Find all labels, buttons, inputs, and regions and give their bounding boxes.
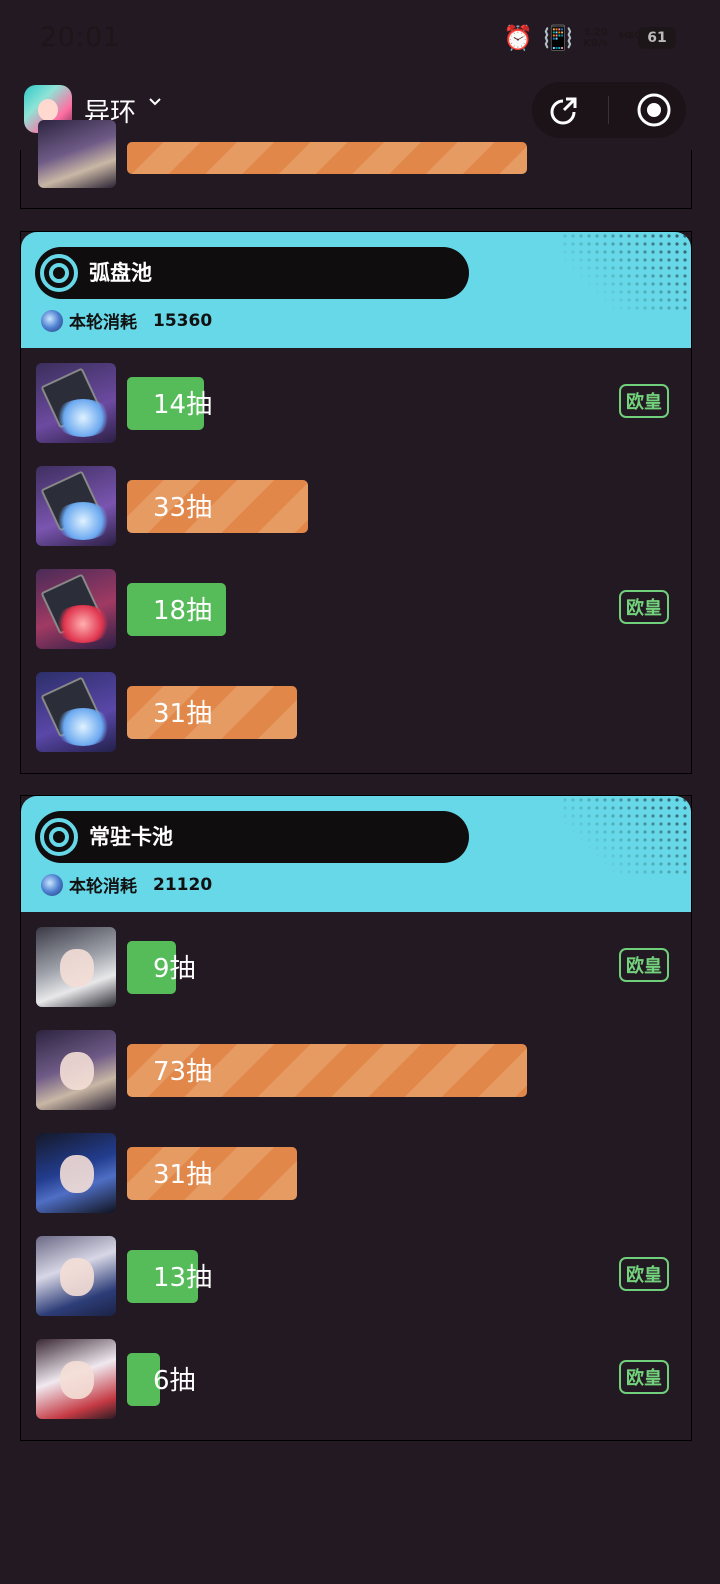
share-icon[interactable]	[544, 90, 584, 130]
pull-row[interactable]: 33抽	[21, 451, 691, 554]
capsule-divider	[608, 96, 610, 124]
pull-count: 73抽	[153, 1057, 213, 1087]
pull-count: 18抽	[153, 596, 213, 626]
light-cone-avatar	[36, 569, 116, 649]
target-icon	[40, 254, 78, 292]
light-cone-avatar	[36, 672, 116, 752]
pull-row[interactable]: 18抽 欧皇	[21, 554, 691, 657]
pool-title: 弧盘池	[89, 261, 152, 285]
character-avatar	[36, 1133, 116, 1213]
halftone-decoration	[561, 796, 691, 876]
vibrate-icon: 📳	[543, 24, 574, 52]
character-avatar	[36, 1339, 116, 1419]
target-icon	[40, 818, 78, 856]
cost-label: 本轮消耗	[69, 313, 137, 333]
pool-header: 弧盘池 本轮消耗 15360	[21, 232, 691, 348]
pull-count: 33抽	[153, 493, 213, 523]
light-cone-avatar	[36, 363, 116, 443]
pool-title-pill: 常驻卡池	[35, 811, 469, 863]
currency-icon	[41, 873, 63, 896]
pool-card: 常驻卡池 本轮消耗 21120 9抽 欧皇 73抽 31抽 13抽 欧皇 6抽 …	[20, 795, 692, 1441]
pull-count: 31抽	[153, 1160, 213, 1190]
pool-cost: 本轮消耗 21120	[41, 872, 212, 897]
currency-icon	[41, 309, 63, 332]
status-bar: 20:01 ⏰ 📳 3.20 KB/s 4G 4G 61	[0, 0, 720, 80]
lucky-badge: 欧皇	[619, 1257, 669, 1291]
pull-count: 9抽	[153, 954, 196, 984]
pull-row[interactable]: 9抽 欧皇	[21, 912, 691, 1015]
character-avatar	[36, 927, 116, 1007]
lucky-badge: 欧皇	[619, 1360, 669, 1394]
cost-value: 15360	[153, 310, 213, 331]
status-time: 20:01	[40, 22, 121, 53]
chevron-down-icon[interactable]	[147, 94, 163, 115]
lucky-badge: 欧皇	[619, 948, 669, 982]
battery-icon: 61	[638, 27, 676, 49]
pull-row[interactable]: 13抽 欧皇	[21, 1221, 691, 1324]
pull-count: 31抽	[153, 699, 213, 729]
network-speed: 3.20 KB/s	[583, 27, 608, 49]
pull-row[interactable]: 31抽	[21, 1118, 691, 1221]
cost-value: 21120	[153, 874, 213, 895]
pull-count: 13抽	[153, 1263, 213, 1293]
pull-count: 6抽	[153, 1366, 196, 1396]
pull-bar	[127, 142, 527, 174]
lucky-badge: 欧皇	[619, 590, 669, 624]
pull-row[interactable]: 31抽	[21, 657, 691, 760]
character-avatar	[38, 120, 116, 188]
halftone-decoration	[561, 232, 691, 312]
pull-row[interactable]: 14抽 欧皇	[21, 348, 691, 451]
character-avatar	[36, 1236, 116, 1316]
pull-count: 14抽	[153, 390, 213, 420]
previous-pool-card	[20, 120, 692, 209]
pull-row[interactable]: 6抽 欧皇	[21, 1324, 691, 1427]
pool-header: 常驻卡池 本轮消耗 21120	[21, 796, 691, 912]
mini-program-capsule	[532, 82, 686, 138]
lucky-badge: 欧皇	[619, 384, 669, 418]
character-avatar	[36, 1030, 116, 1110]
cost-label: 本轮消耗	[69, 877, 137, 897]
light-cone-avatar	[36, 466, 116, 546]
pull-row[interactable]: 73抽	[21, 1015, 691, 1118]
status-icons: ⏰ 📳 3.20 KB/s 4G 4G 61	[503, 26, 676, 50]
alarm-icon: ⏰	[503, 24, 534, 52]
pool-cost: 本轮消耗 15360	[41, 308, 212, 333]
record-icon[interactable]	[634, 90, 674, 130]
pool-title-pill: 弧盘池	[35, 247, 469, 299]
pool-card: 弧盘池 本轮消耗 15360 14抽 欧皇 33抽 18抽 欧皇 31抽	[20, 231, 692, 774]
pool-title: 常驻卡池	[89, 825, 173, 849]
